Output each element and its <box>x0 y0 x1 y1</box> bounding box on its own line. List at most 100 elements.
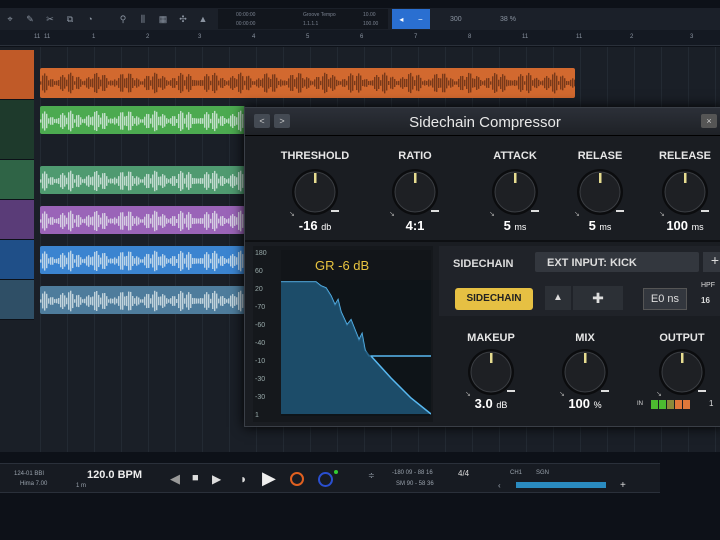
lcd-text: Groove Tempo <box>303 12 336 18</box>
tempo-sub: 1 m <box>76 483 87 489</box>
svg-text:↘: ↘ <box>289 211 295 218</box>
add-button[interactable]: ✚ <box>573 286 623 310</box>
scale-label: -60 <box>255 322 266 329</box>
channel-label: CH1 <box>510 470 523 476</box>
gr-readout: GR -6 dB <box>315 258 370 273</box>
knob-dial[interactable]: ↘ <box>487 164 543 220</box>
scale-label: 180 <box>255 250 267 257</box>
ruler-tick: 3 <box>690 34 694 40</box>
ruler-tick: 3 <box>198 34 202 40</box>
split-tool-icon[interactable]: ✂ <box>43 14 57 25</box>
audio-clip[interactable] <box>40 206 245 234</box>
track-header[interactable] <box>0 280 34 320</box>
zoom-percent[interactable]: 38 % <box>500 16 516 23</box>
mute-tool-icon[interactable]: ◔ <box>83 14 97 24</box>
shape-button[interactable]: ▲ <box>545 286 571 310</box>
sidechain-input-select[interactable]: EXT INPUT: KICK <box>535 252 699 272</box>
sidechain-section: SIDECHAIN EXT INPUT: KICK + SIDECHAIN ▲ … <box>439 246 720 316</box>
track-header[interactable] <box>0 100 34 160</box>
position-readout: 124-01 BBI <box>14 471 45 477</box>
snap-icon[interactable]: ✣ <box>176 14 190 25</box>
monitor-toggle[interactable]: ◂ − <box>392 9 430 29</box>
knob-dial[interactable]: ↘ <box>654 344 710 400</box>
play-small-button[interactable]: ▶ <box>212 472 221 486</box>
metronome-icon[interactable]: ▲ <box>196 14 210 24</box>
audio-clip[interactable] <box>40 68 575 98</box>
knob-value: -16 db <box>298 218 332 233</box>
ruler-tick: 7 <box>414 34 418 40</box>
svg-text:↘: ↘ <box>574 211 580 218</box>
position-sub: Hima 7.00 <box>20 481 48 487</box>
knob-dial[interactable]: ↘ <box>287 164 343 220</box>
lcd-text: 100.00 <box>363 21 379 27</box>
time-readout-2: SM 90 - 58 36 <box>396 481 434 487</box>
knob-label: RATIO <box>398 150 432 162</box>
knob-dial[interactable]: ↘ <box>572 164 628 220</box>
knob-label: OUTPUT <box>659 332 705 344</box>
timeline-ruler[interactable]: 11 11 1 2 3 4 5 6 7 8 11 11 2 3 <box>0 30 720 46</box>
plugin-titlebar[interactable]: < > Sidechain Compressor × <box>245 108 720 136</box>
ruler-tick: 11 <box>34 34 41 40</box>
scale-label: -30 <box>255 376 266 383</box>
scale-label: -30 <box>255 394 266 401</box>
svg-text:↘: ↘ <box>489 211 495 218</box>
ruler-tick: 2 <box>630 34 634 40</box>
play-button[interactable]: ▶ <box>262 468 276 489</box>
speaker-icon: ◂ <box>399 14 404 24</box>
knob-label: MIX <box>575 332 595 344</box>
ruler-tick: 8 <box>468 34 472 40</box>
rewind-button[interactable]: ◀ <box>170 471 180 487</box>
level-meter <box>516 482 606 488</box>
lcd-text: 00:00:00 <box>236 21 256 27</box>
audio-clip[interactable] <box>40 286 245 314</box>
scale-label: -70 <box>255 304 266 311</box>
ruler-tick: 5 <box>306 34 310 40</box>
knob-dial[interactable]: ↘ <box>557 344 613 400</box>
knob-label: RELEASE <box>659 150 711 162</box>
sidechain-toggle[interactable]: SIDECHAIN <box>455 288 533 310</box>
zoom-value[interactable]: 300 <box>450 16 462 23</box>
audio-clip[interactable] <box>40 106 245 134</box>
track-header[interactable] <box>0 200 34 240</box>
close-button[interactable]: × <box>701 114 717 128</box>
scale-label: -10 <box>255 358 266 365</box>
ruler-tick: 2 <box>146 34 150 40</box>
tempo-display[interactable]: 120.0 BPM <box>87 469 142 481</box>
search-icon[interactable]: ⚲ <box>116 14 130 25</box>
track-header[interactable] <box>0 240 34 280</box>
ruler-tick: 11 <box>522 34 529 40</box>
grid-icon[interactable]: ▦ <box>156 14 170 25</box>
knob-dial[interactable]: ↘ <box>657 164 713 220</box>
gr-curve <box>281 250 431 416</box>
add-button[interactable]: + <box>620 480 626 491</box>
prev-icon[interactable]: ‹ <box>498 481 501 490</box>
knob-dial[interactable]: ↘ <box>387 164 443 220</box>
timesig-icon: ≑ <box>368 471 375 480</box>
lcd-text: 1.1.1.1 <box>303 21 319 27</box>
track-header[interactable] <box>0 50 34 100</box>
time-signature[interactable]: 4/4 <box>458 469 469 478</box>
mixer-icon[interactable]: ⫼ <box>136 14 150 25</box>
gain-reduction-graph: 180 60 20 -70 -60 -40 -10 -30 -30 1 GR -6 dB <box>253 246 433 422</box>
audio-clip[interactable] <box>40 246 245 274</box>
hpf-label: HPF <box>701 282 715 289</box>
time-readout-1: -180 09 - 88 16 <box>392 470 433 476</box>
channel-select[interactable]: SGN <box>536 470 549 476</box>
plugin-title: Sidechain Compressor <box>409 114 561 131</box>
knob-value: 3.0 dB <box>474 396 508 411</box>
audio-clip[interactable] <box>40 166 245 194</box>
add-input-button[interactable]: + <box>703 252 720 272</box>
stop-button[interactable]: ■ <box>192 472 199 484</box>
sidechain-compressor-window: < > Sidechain Compressor × THRESHOLD ↘ -16… <box>244 107 720 427</box>
track-header[interactable] <box>0 160 34 200</box>
knob-label: MAKEUP <box>467 332 515 344</box>
loop-button[interactable]: ◗ <box>240 472 247 486</box>
pencil-tool-icon[interactable]: ✎ <box>23 14 37 25</box>
punch-record-button[interactable] <box>318 472 333 487</box>
time-field[interactable]: E0 ns <box>643 288 687 310</box>
record-button[interactable] <box>290 472 304 486</box>
glue-tool-icon[interactable]: ⧉ <box>63 14 77 25</box>
knob-dial[interactable]: ↘ <box>463 344 519 400</box>
pointer-tool-icon[interactable]: ⌖ <box>3 14 17 25</box>
hpf-value[interactable]: 16 <box>701 296 710 305</box>
